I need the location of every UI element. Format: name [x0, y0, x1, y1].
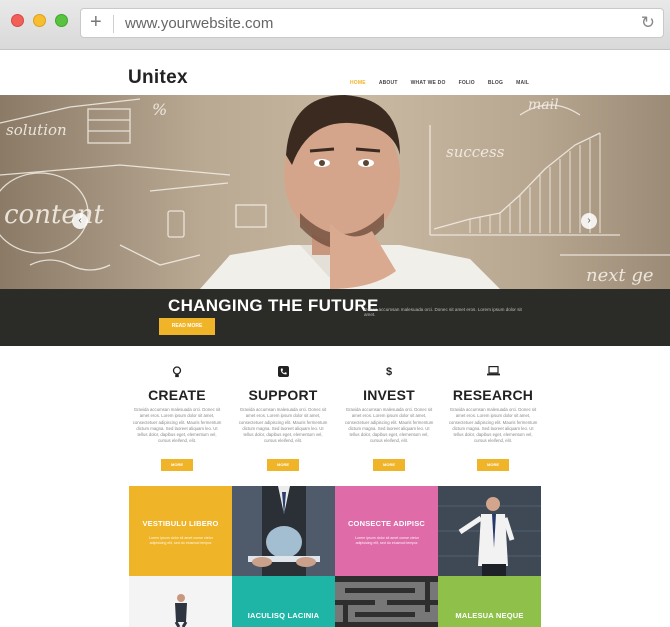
laptop-icon	[448, 366, 538, 380]
feature-more-button[interactable]: MORE	[267, 458, 299, 471]
tile-tablet-photo[interactable]	[232, 486, 335, 576]
tile-text: Lorem ipsum dolor sit amet conse ctetur …	[355, 536, 419, 545]
feature-text: Gravida accumsan malesuada orci. Donec s…	[344, 407, 434, 444]
chalk-word: %	[152, 100, 167, 119]
hero-caption-text: Donec accumsan malesuada orci. Donec sit…	[364, 307, 522, 317]
businessman-tablet-photo	[232, 486, 335, 576]
nav-item-what-we-do[interactable]: WHAT WE DO	[411, 80, 446, 86]
feature-support: SUPPORT Gravida accumsan malesuada orci.…	[238, 366, 328, 471]
nav-item-blog[interactable]: BLOG	[488, 80, 503, 86]
phone-icon	[238, 366, 328, 380]
dollar-icon: $	[385, 366, 393, 378]
chalk-word: next ge	[586, 265, 654, 286]
tile-malesua-neque[interactable]: MALESUA NEQUE	[438, 576, 541, 627]
feature-research: RESEARCH Gravida accumsan malesuada orci…	[448, 366, 538, 471]
lightbulb-icon	[132, 366, 222, 380]
tile-consecte-adipisc[interactable]: CONSECTE ADIPISC Lorem ipsum dolor sit a…	[335, 486, 438, 576]
feature-text: Gravida accumsan malesuada orci. Donec s…	[448, 407, 538, 444]
hero-slider: solution % content success mail next ge …	[0, 95, 670, 289]
nav-item-mail[interactable]: MAIL	[516, 80, 529, 86]
chalk-word: solution	[6, 121, 67, 139]
feature-text: Gravida accumsan malesuada orci. Donec s…	[238, 407, 328, 444]
feature-title: RESEARCH	[452, 387, 534, 403]
chalk-word: content	[4, 200, 105, 230]
main-nav: HOME ABOUT WHAT WE DO FOLIO BLOG MAIL	[350, 80, 529, 86]
chalk-word: mail	[528, 97, 559, 113]
tile-vestibulu-libero[interactable]: VESTIBULU LIBERO Lorem ipsum dolor sit a…	[129, 486, 232, 576]
reload-icon[interactable]: ↻	[641, 13, 655, 33]
feature-more-button[interactable]: MORE	[161, 458, 193, 471]
feature-title: SUPPORT	[248, 387, 318, 403]
address-bar[interactable]: + www.yourwebsite.com ↻	[80, 8, 664, 38]
chalk-word: success	[446, 143, 505, 161]
tile-presenter-photo[interactable]	[438, 486, 541, 576]
feature-more-button[interactable]: MORE	[477, 458, 509, 471]
slider-next-arrow[interactable]: ›	[581, 213, 597, 229]
site-logo[interactable]: Unitex	[128, 67, 188, 89]
tile-text: Lorem ipsum dolor sit amet conse ctetur …	[149, 536, 213, 545]
tile-title: IACULISQ LACINIA	[247, 611, 320, 620]
tile-maze-photo[interactable]	[335, 576, 438, 627]
feature-title: INVEST	[363, 387, 415, 403]
new-tab-icon[interactable]: +	[90, 11, 102, 34]
feature-text: Gravida accumsan malesuada orci. Donec s…	[132, 407, 222, 444]
address-bar-divider	[113, 15, 114, 33]
feature-more-button[interactable]: MORE	[373, 458, 405, 471]
hero-person	[200, 95, 500, 289]
feature-title: CREATE	[148, 387, 206, 403]
tile-title: CONSECTE ADIPISC	[347, 519, 426, 528]
close-window-button[interactable]	[11, 14, 24, 27]
tile-standing-man-photo[interactable]	[129, 576, 232, 627]
tile-title: MALESUA NEQUE	[455, 611, 524, 620]
minimize-window-button[interactable]	[33, 14, 46, 27]
tile-iaculisq-lacinia[interactable]: IACULISQ LACINIA	[232, 576, 335, 627]
browser-toolbar: + www.yourwebsite.com ↻	[0, 0, 670, 50]
hero-caption-title: CHANGING THE FUTURE	[168, 296, 379, 315]
maximize-window-button[interactable]	[55, 14, 68, 27]
read-more-button[interactable]: READ MORE	[159, 318, 215, 335]
feature-invest: $ INVEST Gravida accumsan malesuada orci…	[344, 366, 434, 471]
url-text[interactable]: www.yourwebsite.com	[125, 15, 273, 32]
slider-prev-arrow[interactable]: ‹	[72, 213, 88, 229]
hero-image: solution % content success mail next ge	[0, 95, 670, 289]
maze-photo	[335, 576, 438, 627]
nav-item-home[interactable]: HOME	[350, 80, 366, 86]
nav-item-about[interactable]: ABOUT	[379, 80, 398, 86]
presenter-photo	[438, 486, 541, 576]
tile-title: VESTIBULU LIBERO	[142, 519, 219, 528]
nav-item-folio[interactable]: FOLIO	[459, 80, 475, 86]
feature-create: CREATE Gravida accumsan malesuada orci. …	[132, 366, 222, 471]
standing-man-photo	[129, 576, 232, 627]
